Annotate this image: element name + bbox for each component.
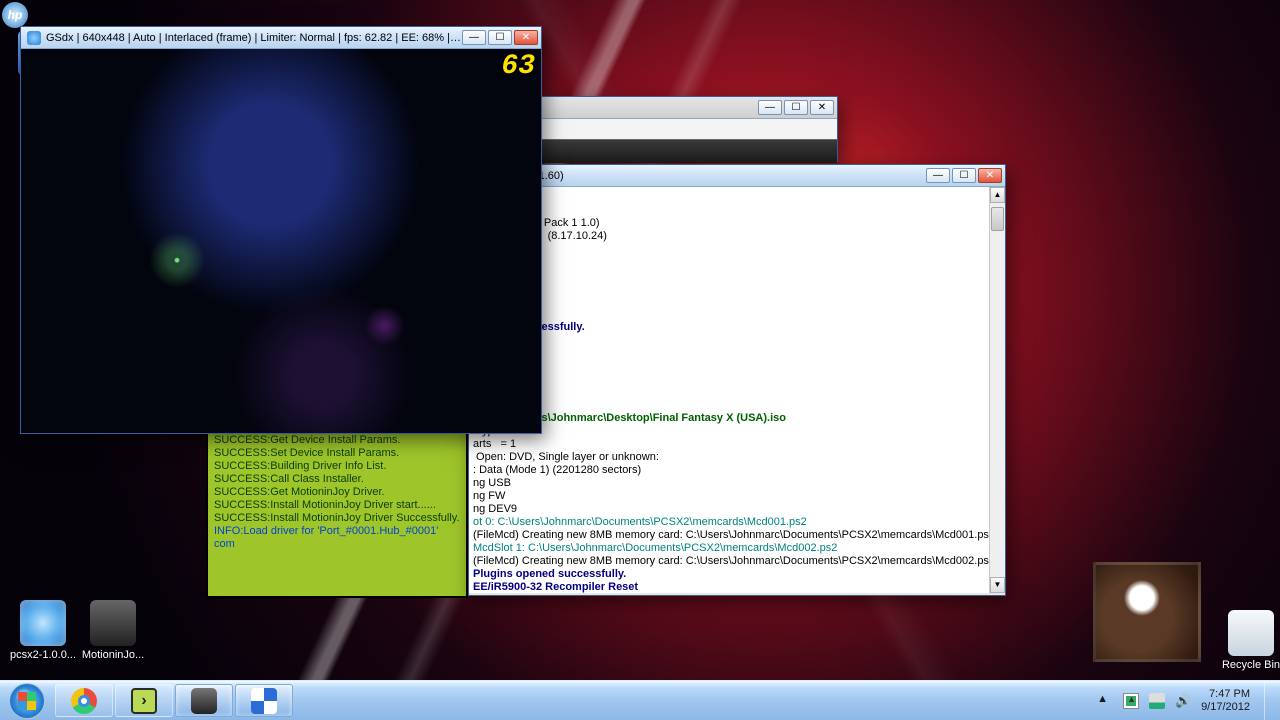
console-body: ng plugins... GS 7601 (Service Pack 1 1.… xyxy=(469,187,1005,593)
taskbar: ▲ 7:47 PM 9/17/2012 xyxy=(0,680,1280,720)
desktop-gadget-photo[interactable] xyxy=(1093,562,1201,662)
close-button[interactable]: ✕ xyxy=(978,168,1002,183)
pcsx2-icon xyxy=(251,688,277,714)
desktop: hp Fina... pcsx2-1.0.0... MotioninJo... … xyxy=(0,0,1280,720)
app-icon xyxy=(27,31,41,45)
window-body xyxy=(541,119,837,139)
log-line: SUCCESS:Building Driver Info List. xyxy=(214,460,460,473)
emulator-window[interactable]: GSdx | 640x448 | Auto | Interlaced (fram… xyxy=(20,26,542,434)
log-line: SUCCESS:Get MotioninJoy Driver. xyxy=(214,486,460,499)
gamepad-icon xyxy=(90,600,136,646)
tray-chevron-icon[interactable]: ▲ xyxy=(1097,693,1113,709)
clock-time: 7:47 PM xyxy=(1201,688,1250,701)
console-line: : Data (Mode 1) (2201280 sectors) xyxy=(473,464,641,476)
clock-date: 9/17/2012 xyxy=(1201,701,1250,714)
desktop-icon-pcsx2[interactable]: pcsx2-1.0.0... xyxy=(6,600,80,661)
minimize-button[interactable]: — xyxy=(758,100,782,115)
title-text: S (USA v1.60) xyxy=(494,170,926,182)
log-line: INFO:Load driver for 'Port_#0001.Hub_#00… xyxy=(214,525,460,551)
scroll-thumb[interactable] xyxy=(991,207,1004,231)
scroll-down-button[interactable]: ▼ xyxy=(990,577,1005,593)
icon-label: pcsx2-1.0.0... xyxy=(10,649,76,661)
minimize-button[interactable]: — xyxy=(462,30,486,45)
taskbar-item-gamepad[interactable] xyxy=(175,684,233,717)
console-line: ng DEV9 xyxy=(473,503,517,515)
hp-badge: hp xyxy=(2,2,28,28)
gamepad-icon xyxy=(191,688,217,714)
taskbar-item-chrome[interactable] xyxy=(55,684,113,717)
console-line: EE/iR5900-32 Recompiler Reset xyxy=(473,581,638,593)
recyclebin-icon xyxy=(1228,610,1274,656)
log-line: SUCCESS:Call Class Installer. xyxy=(214,473,460,486)
driver-log-lines: SUCCESS:Get Device Install Params.SUCCES… xyxy=(208,432,466,553)
title-text: GSdx | 640x448 | Auto | Interlaced (fram… xyxy=(46,32,462,44)
minimize-button[interactable]: — xyxy=(926,168,950,183)
disc-icon xyxy=(20,600,66,646)
console-line: ng USB xyxy=(473,477,511,489)
system-tray: ▲ 7:47 PM 9/17/2012 xyxy=(1089,681,1280,720)
start-button[interactable] xyxy=(0,681,54,720)
console-line: (FileMcd) Creating new 8MB memory card: … xyxy=(473,529,995,541)
scroll-up-button[interactable]: ▲ xyxy=(990,187,1005,203)
console-line: ng FW xyxy=(473,490,505,502)
icon-label: Recycle Bin xyxy=(1222,659,1280,671)
console-output: ng plugins... GS 7601 (Service Pack 1 1.… xyxy=(473,191,1003,593)
console-line: Open: DVD, Single layer or unknown: xyxy=(473,451,659,463)
log-line: SUCCESS:Install MotioninJoy Driver start… xyxy=(214,499,460,512)
chrome-icon xyxy=(71,688,97,714)
volume-icon[interactable] xyxy=(1175,693,1191,709)
toolbar-strip xyxy=(541,139,837,163)
console-line: (FileMcd) Creating new 8MB memory card: … xyxy=(473,555,995,567)
console-line: ot 0: C:\Users\Johnmarc\Documents\PCSX2\… xyxy=(473,516,807,528)
scrollbar[interactable]: ▲ ▼ xyxy=(989,187,1005,593)
start-orb-icon xyxy=(9,683,45,719)
console-line: Plugins opened successfully. xyxy=(473,568,626,580)
log-line: SUCCESS:Install MotioninJoy Driver Succe… xyxy=(214,512,460,525)
desktop-icon-motioninjoy[interactable]: MotioninJo... xyxy=(76,600,150,661)
console-window[interactable]: S (USA v1.60) — ☐ ✕ ng plugins... GS 760… xyxy=(468,164,1006,596)
taskbar-item-motioninjoy[interactable] xyxy=(115,684,173,717)
console-line: arts = 1 xyxy=(473,438,516,450)
titlebar[interactable]: GSdx | 640x448 | Auto | Interlaced (fram… xyxy=(21,27,541,49)
game-scene xyxy=(21,49,541,433)
console-line: McdSlot 1: C:\Users\Johnmarc\Documents\P… xyxy=(473,542,837,554)
maximize-button[interactable]: ☐ xyxy=(784,100,808,115)
emulator-viewport: 63 xyxy=(21,49,541,433)
maximize-button[interactable]: ☐ xyxy=(952,168,976,183)
log-line: SUCCESS:Get Device Install Params. xyxy=(214,434,460,447)
titlebar[interactable]: — ☐ ✕ xyxy=(541,97,837,119)
close-button[interactable]: ✕ xyxy=(810,100,834,115)
fps-overlay: 63 xyxy=(501,53,535,81)
log-line: SUCCESS:Set Device Install Params. xyxy=(214,447,460,460)
action-center-icon[interactable] xyxy=(1123,693,1139,709)
motioninjoy-icon xyxy=(131,688,157,714)
background-window[interactable]: — ☐ ✕ xyxy=(540,96,838,162)
titlebar[interactable]: S (USA v1.60) — ☐ ✕ xyxy=(469,165,1005,187)
taskbar-item-pcsx2[interactable] xyxy=(235,684,293,717)
icon-label: MotioninJo... xyxy=(82,649,144,661)
desktop-icon-recyclebin[interactable]: Recycle Bin xyxy=(1214,610,1280,671)
maximize-button[interactable]: ☐ xyxy=(488,30,512,45)
network-icon[interactable] xyxy=(1149,693,1165,709)
driver-log-window: SUCCESS:Get Device Install Params.SUCCES… xyxy=(206,430,468,598)
clock[interactable]: 7:47 PM 9/17/2012 xyxy=(1201,688,1250,714)
close-button[interactable]: ✕ xyxy=(514,30,538,45)
show-desktop-button[interactable] xyxy=(1264,682,1272,720)
windows-logo-icon xyxy=(18,692,36,710)
